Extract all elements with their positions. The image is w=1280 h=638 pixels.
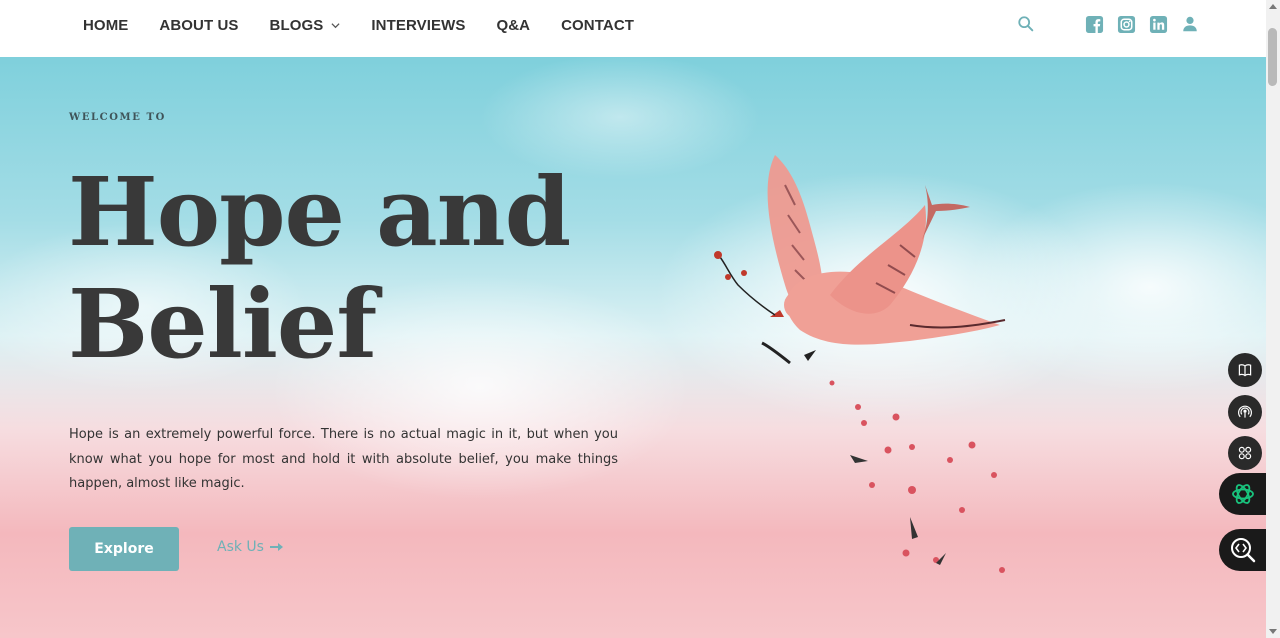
hero-section: WELCOME TO Hope and Belief Hope is an ex… [0,57,1266,638]
facebook-icon[interactable] [1084,14,1104,34]
ask-us-label: Ask Us [217,539,264,555]
nav-menu: HOME ABOUT US BLOGS INTERVIEWS Q&A CONTA… [83,0,665,50]
vertical-scrollbar[interactable] [1266,0,1280,638]
instagram-icon[interactable] [1116,14,1136,34]
nav-contact[interactable]: CONTACT [561,17,634,34]
nav-blogs[interactable]: BLOGS [270,17,341,34]
hero-welcome-text: WELCOME TO [69,112,166,123]
openai-icon [1231,484,1254,504]
grid-icon [1238,446,1252,460]
linkedin-icon[interactable] [1148,14,1168,34]
nav-icon-group [1016,14,1200,34]
top-navbar: HOME ABOUT US BLOGS INTERVIEWS Q&A CONTA… [0,0,1266,57]
nav-about-us[interactable]: ABOUT US [159,17,238,34]
ask-us-link[interactable]: Ask Us [217,539,284,555]
nav-home[interactable]: HOME [83,17,128,34]
book-button[interactable] [1228,353,1262,387]
nav-interviews[interactable]: INTERVIEWS [371,17,465,34]
hero-description: Hope is an extremely powerful force. The… [69,427,618,491]
arrow-right-icon [269,543,283,551]
scroll-down-arrow[interactable] [1269,629,1277,634]
search-icon[interactable] [1016,14,1036,34]
hero-title: Hope and Belief [68,157,571,381]
podcast-icon [1238,405,1252,418]
nav-blogs-label: BLOGS [269,16,324,34]
scroll-up-arrow[interactable] [1269,4,1277,9]
book-icon [1238,364,1252,377]
explore-button[interactable]: Explore [69,527,179,571]
chatgpt-button[interactable] [1219,473,1266,515]
code-search-icon [1230,538,1255,563]
scrollbar-thumb[interactable] [1268,28,1277,86]
hero-title-line2: Belief [68,269,377,380]
apps-button[interactable] [1228,436,1262,470]
nav-qa[interactable]: Q&A [496,17,530,34]
user-icon[interactable] [1180,14,1200,34]
code-search-button[interactable] [1219,529,1266,571]
bird-illustration [714,155,1006,573]
chevron-down-icon [331,22,340,28]
podcast-button[interactable] [1228,395,1262,429]
hero-title-line1: Hope and [68,157,571,268]
